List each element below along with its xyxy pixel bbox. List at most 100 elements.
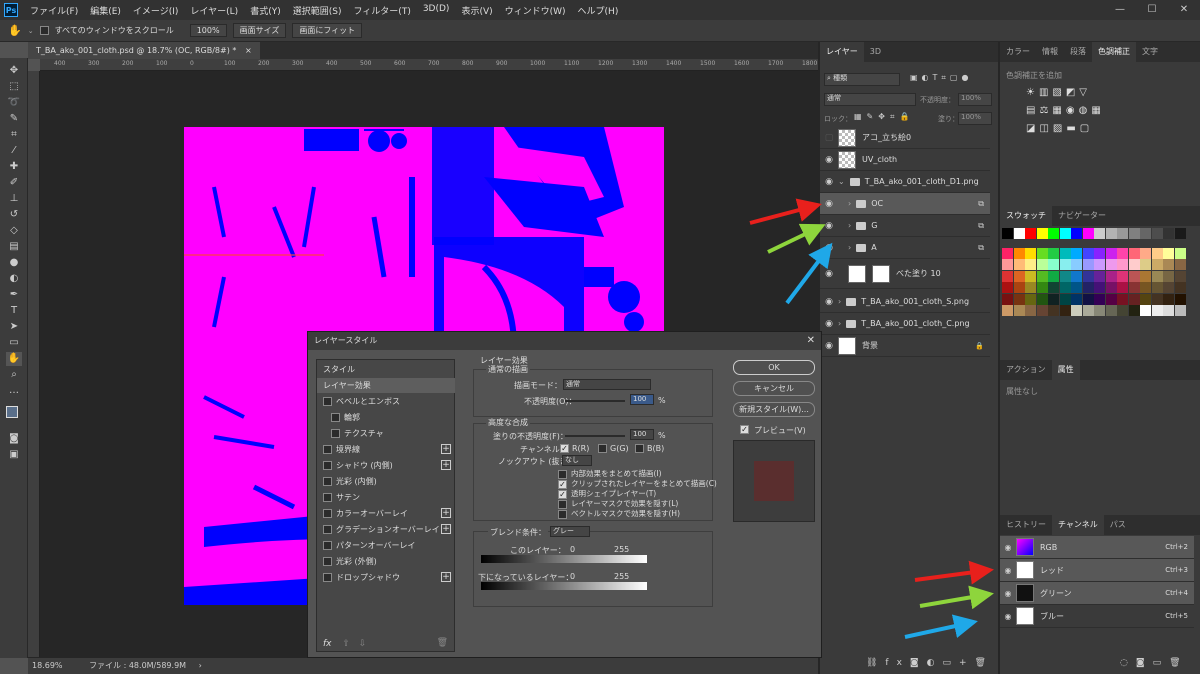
tab-2[interactable]: 段落 <box>1064 42 1092 62</box>
brush-tool-icon[interactable]: ✐ <box>6 176 22 190</box>
chevron-icon[interactable]: › <box>838 297 841 306</box>
swatch[interactable] <box>1105 259 1117 270</box>
layer-row[interactable]: ◉ › A ⧉ <box>820 237 990 259</box>
tab-actions[interactable]: アクション <box>1000 360 1052 380</box>
swatch[interactable] <box>1174 293 1186 305</box>
swatch[interactable] <box>1071 270 1082 282</box>
fill-field[interactable]: 100% <box>958 112 992 125</box>
tab-paths[interactable]: パス <box>1104 515 1132 535</box>
channel-row[interactable]: ◉ RGB Ctrl+2 <box>1000 536 1194 559</box>
swatch[interactable] <box>1094 259 1105 270</box>
swatch[interactable] <box>1071 228 1082 239</box>
document-tab[interactable]: T_BA_ako_001_cloth.psd @ 18.7% (OC, RGB/… <box>28 42 260 59</box>
style-item[interactable]: 輪郭 <box>317 410 455 425</box>
ok-button[interactable]: OK <box>733 360 815 375</box>
adjustment-icons[interactable]: ☀▥▧◩▽ ▤⚖▦◉◍▦ ◪◫▨▬▢ <box>1026 84 1126 138</box>
eye-icon[interactable]: ◉ <box>820 243 838 253</box>
style-checkbox[interactable] <box>331 413 340 422</box>
style-item[interactable]: パターンオーバーレイ <box>317 538 455 553</box>
history-brush-icon[interactable]: ↺ <box>6 208 22 222</box>
style-checkbox[interactable] <box>323 557 332 566</box>
swatch[interactable] <box>1128 228 1140 239</box>
channel-footer-icons[interactable]: ◌◙▭🗑 <box>1120 658 1189 668</box>
style-item[interactable]: ベベルとエンボス <box>317 394 455 409</box>
swatch[interactable] <box>1105 270 1117 282</box>
swatch[interactable] <box>1140 270 1151 282</box>
swatch[interactable] <box>1048 247 1059 259</box>
style-item[interactable]: テクスチャ <box>317 426 455 441</box>
layer-row[interactable]: ◉ › T_BA_ako_001_cloth_S.png <box>820 291 990 313</box>
swatch[interactable] <box>1025 228 1036 239</box>
swatch[interactable] <box>1059 293 1071 305</box>
swatch[interactable] <box>1163 247 1174 259</box>
swatch[interactable] <box>1013 293 1025 305</box>
swatch[interactable] <box>1013 259 1025 270</box>
zoom-tool-icon[interactable]: ⌕ <box>6 368 22 382</box>
pen-tool-icon[interactable]: ✒ <box>6 288 22 302</box>
swatch[interactable] <box>1048 305 1059 316</box>
add-style-icon[interactable]: + <box>441 444 451 454</box>
layer-row[interactable]: ◉ べた塗り 10 <box>820 259 990 289</box>
blur-tool-icon[interactable]: ● <box>6 256 22 270</box>
foreground-color-swatch[interactable] <box>6 406 18 418</box>
swatch[interactable] <box>1082 293 1094 305</box>
swatch[interactable] <box>1013 282 1025 293</box>
status-chevron-icon[interactable]: › <box>199 661 202 670</box>
swatch[interactable] <box>1002 293 1013 305</box>
chevron-icon[interactable]: › <box>838 319 841 328</box>
swatch[interactable] <box>1059 247 1071 259</box>
style-item[interactable]: ドロップシャドウ + <box>317 570 455 585</box>
swatch[interactable] <box>1002 228 1013 239</box>
tab-properties[interactable]: 属性 <box>1051 360 1080 380</box>
swatch[interactable] <box>1174 247 1186 259</box>
layer-filter-select[interactable]: ⌕ 種類 <box>824 73 900 86</box>
swatch[interactable] <box>1071 247 1082 259</box>
swatch[interactable] <box>1151 305 1163 316</box>
swatch[interactable] <box>1059 305 1071 316</box>
swatch[interactable] <box>1105 282 1117 293</box>
hand-tool-icon[interactable]: ✋ <box>8 24 22 37</box>
eye-icon[interactable]: ◉ <box>820 177 838 187</box>
swatch[interactable] <box>1059 228 1071 239</box>
swatch[interactable] <box>1013 228 1025 239</box>
swatch[interactable] <box>1140 282 1151 293</box>
channel-r-checkbox[interactable] <box>560 444 569 453</box>
swatch[interactable] <box>1128 259 1140 270</box>
stamp-tool-icon[interactable]: ⊥ <box>6 192 22 206</box>
swatch[interactable] <box>1140 305 1151 316</box>
menu-item-8[interactable]: 表示(V) <box>455 4 498 17</box>
down-arrow-icon[interactable]: ⇩ <box>359 639 367 649</box>
style-header[interactable]: スタイル <box>317 362 455 377</box>
eraser-tool-icon[interactable]: ◇ <box>6 224 22 238</box>
swatch[interactable] <box>1151 247 1163 259</box>
menu-item-9[interactable]: ウィンドウ(W) <box>499 4 572 17</box>
menu-item-10[interactable]: ヘルプ(H) <box>572 4 625 17</box>
minimize-button[interactable]: — <box>1104 0 1136 20</box>
tab-3d[interactable]: 3D <box>864 42 887 62</box>
swatch[interactable] <box>1151 228 1163 239</box>
tab-3[interactable]: 色調補正 <box>1092 42 1136 62</box>
menu-item-5[interactable]: 選択範囲(S) <box>287 4 348 17</box>
swatch[interactable] <box>1151 293 1163 305</box>
swatch[interactable] <box>1174 228 1186 239</box>
chevron-icon[interactable]: › <box>848 243 851 252</box>
eye-icon[interactable]: ◉ <box>820 199 838 209</box>
tab-navigator[interactable]: ナビゲーター <box>1052 206 1112 226</box>
layer-row[interactable]: ◉ 背景 🔒 <box>820 335 990 357</box>
swatch[interactable] <box>1105 228 1117 239</box>
chevron-icon[interactable]: › <box>848 221 851 230</box>
swatch[interactable] <box>1071 259 1082 270</box>
swatch[interactable] <box>1013 247 1025 259</box>
channel-row[interactable]: ◉ ブルー Ctrl+5 <box>1000 605 1194 628</box>
swatch[interactable] <box>1128 293 1140 305</box>
hand-tool-icon[interactable]: ✋ <box>6 352 22 366</box>
layer-row[interactable]: ◉ UV_cloth <box>820 149 990 171</box>
fill-opacity-input[interactable]: 100 <box>630 429 654 440</box>
swatch[interactable] <box>1094 305 1105 316</box>
tab-4[interactable]: 文字 <box>1136 42 1164 62</box>
style-item[interactable]: シャドウ (内側) + <box>317 458 455 473</box>
swatch[interactable] <box>1082 247 1094 259</box>
swatch[interactable] <box>1059 270 1071 282</box>
swatch[interactable] <box>1163 305 1174 316</box>
swatch[interactable] <box>1036 305 1048 316</box>
